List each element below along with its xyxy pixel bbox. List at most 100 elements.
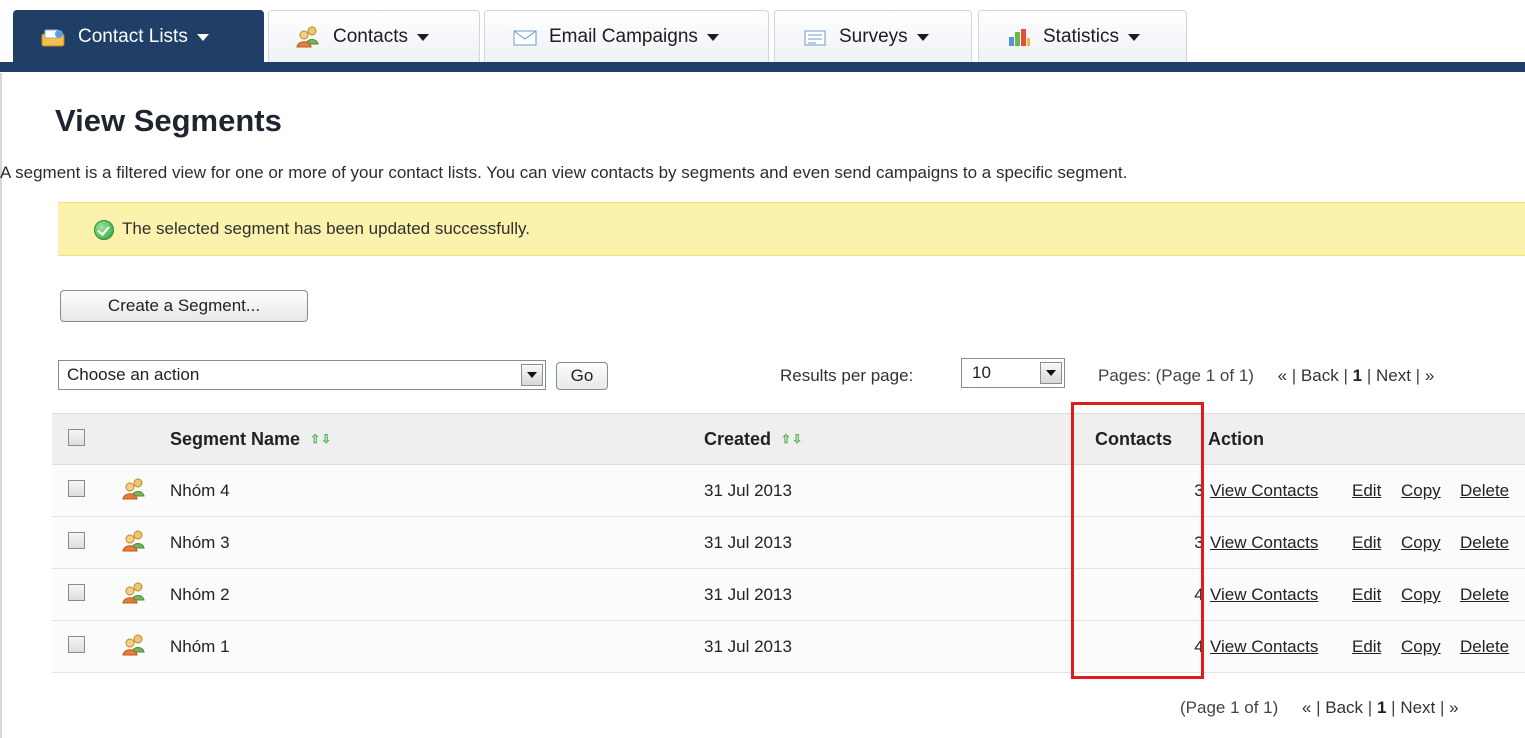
segment-name-header-label: Segment Name [170, 429, 301, 449]
segment-group-icon [120, 477, 150, 501]
current-page-number: 1 [1352, 366, 1363, 385]
segment-name: Nhóm 1 [170, 637, 230, 656]
results-per-page-label: Results per page: [780, 366, 914, 385]
pager-separator: | [1291, 366, 1297, 385]
delete-link[interactable]: Delete [1460, 585, 1509, 605]
edit-link[interactable]: Edit [1352, 585, 1381, 605]
create-segment-button[interactable]: Create a Segment... [60, 290, 308, 322]
back-page-link[interactable]: Back [1301, 366, 1339, 385]
segment-name: Nhóm 3 [170, 533, 230, 552]
pager-separator: | [1391, 698, 1396, 717]
contact-lists-icon [40, 26, 68, 48]
tab-label: Statistics [1043, 25, 1120, 47]
copy-link[interactable]: Copy [1401, 481, 1441, 501]
first-page-link[interactable]: « [1302, 698, 1311, 717]
pager-separator: | [1415, 366, 1421, 385]
chevron-down-icon [196, 34, 209, 41]
chevron-down-icon [416, 34, 429, 41]
table-row: Nhóm 4 31 Jul 2013 3 View Contacts Edit … [52, 465, 1525, 517]
results-per-page-select[interactable]: 10 [961, 358, 1065, 388]
dropdown-arrow-icon[interactable] [1040, 362, 1062, 384]
row-checkbox[interactable] [68, 584, 85, 601]
pager-separator: | [1316, 698, 1321, 717]
copy-link[interactable]: Copy [1401, 533, 1441, 553]
tab-label: Contacts [333, 25, 408, 47]
success-message: The selected segment has been updated su… [58, 202, 1525, 256]
tab-label: Contact Lists [78, 25, 188, 47]
bottom-pagination: (Page 1 of 1) « | Back | 1 | Next | » [1180, 698, 1459, 718]
chevron-down-icon [1128, 34, 1141, 41]
created-header-label: Created [704, 429, 772, 449]
action-select[interactable]: Choose an action [58, 360, 546, 390]
pager-separator: | [1367, 698, 1373, 717]
view-contacts-link[interactable]: View Contacts [1210, 533, 1318, 553]
delete-link[interactable]: Delete [1460, 533, 1509, 553]
segment-name-header[interactable]: Segment Name ⇧⇩ [170, 429, 332, 450]
chevron-down-icon [916, 34, 929, 41]
last-page-link[interactable]: » [1425, 366, 1434, 385]
survey-icon [801, 26, 829, 48]
pages-label: Pages: (Page 1 of 1) [1098, 366, 1254, 385]
page-title: View Segments [55, 103, 282, 138]
back-page-link[interactable]: Back [1325, 698, 1363, 717]
action-header: Action [1208, 429, 1264, 449]
view-contacts-link[interactable]: View Contacts [1210, 481, 1318, 501]
tab-label: Surveys [839, 25, 908, 47]
go-button[interactable]: Go [556, 362, 608, 390]
email-icon [511, 26, 539, 48]
sort-arrows-icon[interactable]: ⇧⇩ [310, 432, 332, 446]
view-contacts-link[interactable]: View Contacts [1210, 637, 1318, 657]
tab-email-campaigns[interactable]: Email Campaigns [484, 10, 769, 62]
success-check-icon [94, 220, 114, 240]
statistics-icon [1005, 26, 1033, 48]
tab-contacts[interactable]: Contacts [268, 10, 480, 62]
table-row: Nhóm 3 31 Jul 2013 3 View Contacts Edit … [52, 517, 1525, 569]
dropdown-arrow-icon[interactable] [521, 364, 543, 386]
copy-link[interactable]: Copy [1401, 585, 1441, 605]
next-page-link[interactable]: Next [1376, 366, 1411, 385]
row-checkbox[interactable] [68, 480, 85, 497]
created-date: 31 Jul 2013 [704, 481, 792, 500]
success-message-text: The selected segment has been updated su… [122, 219, 530, 238]
tab-statistics[interactable]: Statistics [978, 10, 1187, 62]
copy-link[interactable]: Copy [1401, 637, 1441, 657]
row-checkbox[interactable] [68, 636, 85, 653]
edit-link[interactable]: Edit [1352, 481, 1381, 501]
segments-page: { "nav": { "tabs": [ {"label": "Contact … [0, 0, 1525, 738]
pages-label: (Page 1 of 1) [1180, 698, 1279, 717]
results-per-page-value: 10 [972, 363, 991, 382]
segment-group-icon [120, 529, 150, 553]
created-header[interactable]: Created ⇧⇩ [704, 429, 803, 450]
select-all-checkbox[interactable] [68, 429, 85, 446]
edit-link[interactable]: Edit [1352, 637, 1381, 657]
segment-group-icon [120, 581, 150, 605]
pager-separator: | [1440, 698, 1445, 717]
segments-table-header: Segment Name ⇧⇩ Created ⇧⇩ Contacts Acti… [52, 413, 1525, 465]
created-date: 31 Jul 2013 [704, 533, 792, 552]
first-page-link[interactable]: « [1278, 366, 1287, 385]
segment-group-icon [120, 633, 150, 657]
table-row: Nhóm 1 31 Jul 2013 4 View Contacts Edit … [52, 621, 1525, 673]
last-page-link[interactable]: » [1449, 698, 1458, 717]
delete-link[interactable]: Delete [1460, 481, 1509, 501]
page-description: A segment is a filtered view for one or … [0, 163, 1128, 182]
view-contacts-link[interactable]: View Contacts [1210, 585, 1318, 605]
edit-link[interactable]: Edit [1352, 533, 1381, 553]
table-row: Nhóm 2 31 Jul 2013 4 View Contacts Edit … [52, 569, 1525, 621]
delete-link[interactable]: Delete [1460, 637, 1509, 657]
next-page-link[interactable]: Next [1400, 698, 1435, 717]
tab-label: Email Campaigns [549, 25, 698, 47]
action-select-value: Choose an action [67, 365, 200, 384]
segment-name: Nhóm 2 [170, 585, 230, 604]
pager-separator: | [1366, 366, 1372, 385]
pager-separator: | [1343, 366, 1348, 385]
top-pagination: Pages: (Page 1 of 1) « | Back | 1 | Next… [1098, 366, 1434, 386]
created-date: 31 Jul 2013 [704, 585, 792, 604]
sort-arrows-icon[interactable]: ⇧⇩ [781, 432, 803, 446]
navigation-bar [0, 62, 1525, 72]
current-page-number: 1 [1376, 698, 1387, 717]
contacts-column-highlight [1071, 402, 1204, 679]
tab-surveys[interactable]: Surveys [774, 10, 972, 62]
row-checkbox[interactable] [68, 532, 85, 549]
segment-name: Nhóm 4 [170, 481, 230, 500]
